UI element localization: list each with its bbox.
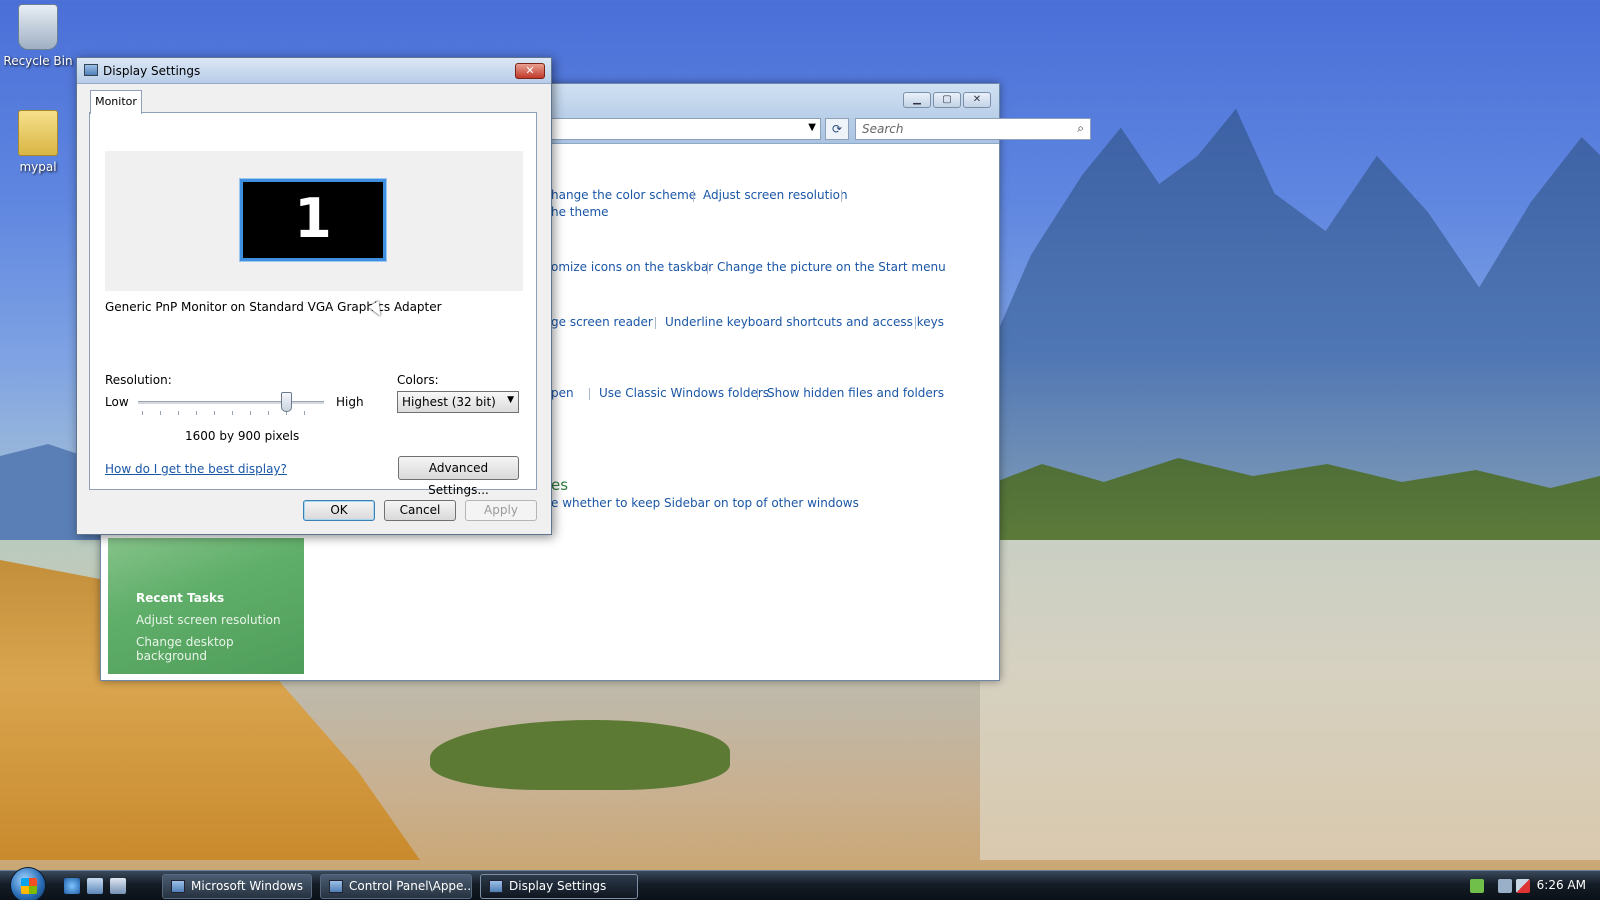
monitor-description: Generic PnP Monitor on Standard VGA Grap… [105,300,442,314]
ok-button[interactable]: OK [303,500,375,521]
advanced-settings-button[interactable]: Advanced Settings... [398,456,519,497]
display-settings-icon [489,880,503,893]
search-icon[interactable]: ⌕ [1077,121,1084,136]
recycle-bin-icon [18,4,58,50]
search-placeholder: Search [862,122,904,136]
switch-windows-icon[interactable] [110,878,126,894]
link-adjust-screen-resolution[interactable]: Adjust screen resolution [703,188,848,202]
search-input[interactable]: Search ⌕ [855,118,1091,140]
close-button[interactable]: ✕ [515,63,545,79]
refresh-icon[interactable]: ⟳ [825,118,849,140]
start-button[interactable] [10,867,46,900]
address-bar[interactable]: ▼ [541,118,821,140]
islet-background [430,720,730,790]
link-change-start-menu-picture[interactable]: Change the picture on the Start menu [717,260,946,274]
desktop-icon-recycle-bin[interactable]: Recycle Bin [0,4,76,68]
monitor-preview[interactable]: 1 [239,178,387,262]
dialog-title: Display Settings [103,64,201,78]
taskbar-button-label: Microsoft Windows [191,879,303,893]
colors-select[interactable]: Highest (32 bit) ▼ [397,391,519,413]
link-separator [655,317,656,329]
link-theme[interactable]: he theme [551,205,609,219]
window-controls: ▁ ▢ ✕ [903,92,991,108]
minimize-icon[interactable]: ▁ [903,92,931,108]
colors-label: Colors: [397,373,439,387]
folder-icon [18,110,58,156]
display-icon[interactable] [1498,879,1512,893]
taskbar-clock[interactable]: 6:26 AM [1537,878,1586,892]
slider-ticks [142,411,322,415]
control-panel-icon [329,880,343,893]
internet-explorer-icon[interactable] [64,878,80,894]
show-desktop-icon[interactable] [87,878,103,894]
taskbar: Microsoft Windows Control Panel\Appe... … [0,867,1600,900]
desktop-icon-label: Recycle Bin [3,54,73,68]
recent-tasks-title: Recent Tasks [136,591,225,605]
link-underline-shortcuts[interactable]: Underline keyboard shortcuts and access … [665,315,944,329]
taskbar-button-microsoft-windows[interactable]: Microsoft Windows [162,874,312,899]
river-background [980,540,1600,860]
best-display-help-link[interactable]: How do I get the best display? [105,462,287,476]
network-icon[interactable] [1470,879,1484,893]
high-label: High [336,395,364,409]
section-heading[interactable]: es [551,476,568,494]
monitor-tab-panel: 1 Generic PnP Monitor on Standard VGA Gr… [89,112,537,497]
recent-task-item[interactable]: Adjust screen resolution [136,613,281,627]
link-separator [693,190,694,202]
window-icon [171,880,185,893]
colors-selected-value: Highest (32 bit) [402,395,496,409]
desktop-icon-mypal[interactable]: mypal [0,110,76,174]
link-separator [707,262,708,274]
link-change-color-scheme[interactable]: hange the color scheme [551,188,696,202]
resolution-slider-track[interactable] [138,401,324,404]
link-screen-reader[interactable]: ge screen reader [551,315,653,329]
recent-tasks-panel: Recent Tasks Adjust screen resolution Ch… [108,538,304,674]
link-separator [757,388,758,400]
monitor-preview-area: 1 [105,151,523,291]
display-settings-icon [84,64,98,76]
apply-button[interactable]: Apply [465,500,537,521]
display-settings-dialog[interactable]: Display Settings ✕ Monitor 1 Generic PnP… [76,57,552,535]
resolution-value: 1600 by 900 pixels [185,429,300,443]
maximize-icon[interactable]: ▢ [933,92,961,108]
chevron-down-icon[interactable]: ▼ [507,395,514,405]
close-icon[interactable]: ✕ [963,92,991,108]
resolution-slider-thumb[interactable] [281,392,293,412]
windows-logo-icon [21,878,37,894]
desktop-icon-label: mypal [19,160,57,174]
link-separator [915,317,916,329]
link-customize-taskbar-icons[interactable]: omize icons on the taskbar [551,260,713,274]
link-separator [841,190,842,202]
dialog-titlebar[interactable]: Display Settings ✕ [77,58,551,84]
chevron-down-icon[interactable]: ▼ [808,122,816,133]
resolution-label: Resolution: [105,373,172,387]
low-label: Low [105,395,129,409]
recent-task-item[interactable]: Change desktop background [136,635,304,663]
link-classic-windows-folders[interactable]: Use Classic Windows folders [599,386,769,400]
volume-muted-icon[interactable] [1516,879,1530,893]
link-open[interactable]: pen [551,386,574,400]
taskbar-button-display-settings[interactable]: Display Settings [480,874,638,899]
taskbar-button-label: Control Panel\Appe... [349,879,472,893]
link-separator [589,388,590,400]
cancel-button[interactable]: Cancel [384,500,456,521]
taskbar-button-label: Display Settings [509,879,607,893]
link-sidebar-on-top[interactable]: e whether to keep Sidebar on top of othe… [551,496,859,510]
taskbar-button-control-panel[interactable]: Control Panel\Appe... [320,874,472,899]
tab-monitor[interactable]: Monitor [90,90,142,114]
link-show-hidden-files[interactable]: Show hidden files and folders [767,386,944,400]
